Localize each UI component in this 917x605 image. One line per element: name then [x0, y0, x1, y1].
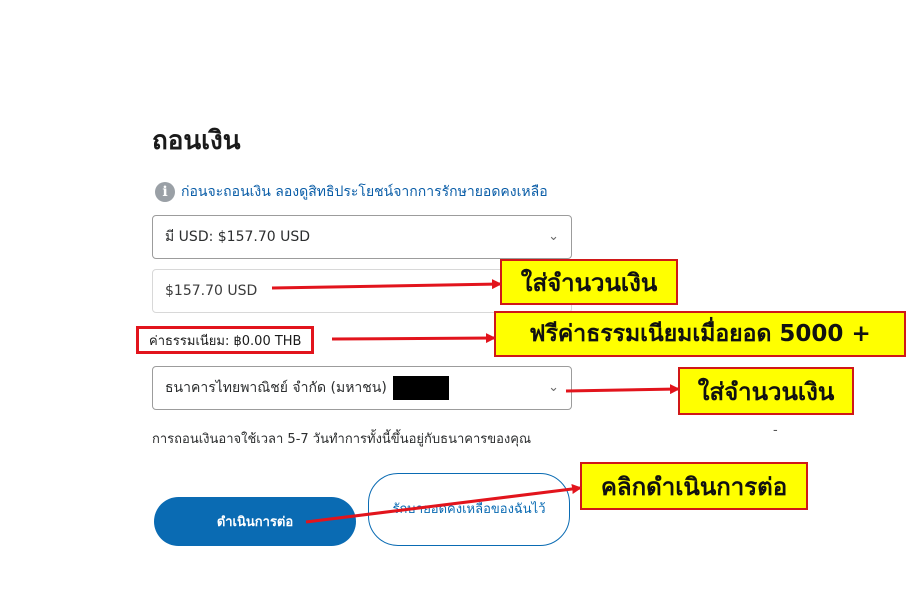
fee-arrow — [331, 333, 496, 344]
balance-select-value: มี USD: $157.70 USD — [165, 229, 311, 245]
amount-input-value: $157.70 USD — [165, 283, 258, 299]
info-row: i ก่อนจะถอนเงิน ลองดูสิทธิประโยชน์จากการ… — [155, 181, 548, 203]
chevron-down-icon: ⌄ — [548, 380, 559, 395]
info-icon: i — [155, 182, 175, 202]
annotation-bank-callout: ใส่จำนวนเงิน — [678, 367, 854, 415]
keep-balance-info-link[interactable]: ก่อนจะถอนเงิน ลองดูสิทธิประโยชน์จากการรั… — [181, 181, 548, 203]
chevron-down-icon: ⌄ — [548, 229, 559, 244]
redacted-account-block — [392, 376, 449, 400]
page-title: ถอนเงิน — [152, 126, 241, 156]
bank-arrow — [565, 384, 680, 395]
annotation-fee-callout: ฟรีค่าธรรมเนียมเมื่อยอด 5000 + — [494, 311, 906, 357]
balance-select[interactable]: มี USD: $157.70 USD ⌄ — [152, 215, 572, 259]
dash-mark: - — [773, 423, 778, 438]
processing-time-note: การถอนเงินอาจใช้เวลา 5-7 วันทำการทั้งนี้… — [152, 432, 532, 447]
keep-balance-button[interactable]: รักษายอดคงเหลือของฉันไว้ — [368, 473, 570, 546]
bank-select[interactable]: ธนาคารไทยพาณิชย์ จำกัด (มหาชน) ⌄ — [152, 366, 572, 410]
annotation-continue-callout: คลิกดำเนินการต่อ — [580, 462, 808, 510]
fee-text: ค่าธรรมเนียม: ฿0.00 THB — [149, 333, 302, 349]
annotation-amount-callout: ใส่จำนวนเงิน — [500, 259, 678, 305]
fee-label: ค่าธรรมเนียม: ฿0.00 THB — [136, 326, 315, 354]
bank-select-value: ธนาคารไทยพาณิชย์ จำกัด (มหาชน) — [165, 380, 387, 396]
continue-button[interactable]: ดำเนินการต่อ — [154, 497, 356, 546]
